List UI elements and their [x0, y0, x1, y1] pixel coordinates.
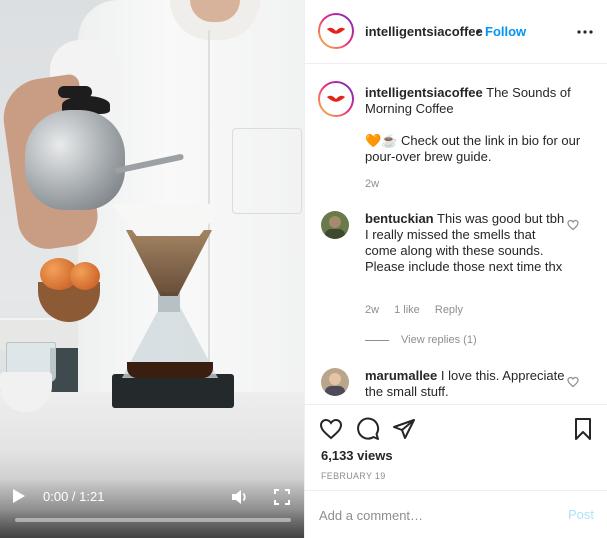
video-controls-overlay — [0, 478, 304, 538]
post-header: intelligentsiacoffee • Follow — [305, 0, 607, 64]
comment-username[interactable]: bentuckian — [365, 211, 434, 226]
avatar-image — [320, 15, 352, 47]
post-side-panel: intelligentsiacoffee • Follow intelligen… — [304, 0, 607, 538]
avatar[interactable] — [318, 13, 354, 49]
avatar-image — [320, 83, 352, 115]
coffee-scale — [112, 374, 234, 408]
comment-timestamp[interactable]: 2w — [365, 304, 379, 316]
comments-list[interactable]: intelligentsiacoffee The Sounds of Morni… — [305, 64, 607, 404]
avatar[interactable] — [318, 81, 354, 117]
comment-input[interactable] — [319, 505, 539, 525]
video-time: 0:00 / 1:21 — [43, 489, 105, 504]
add-comment-bar: Post — [305, 490, 607, 538]
view-count[interactable]: 6,133 views — [321, 448, 393, 463]
post-author-username[interactable]: intelligentsiacoffee — [365, 24, 483, 39]
more-options-icon[interactable] — [577, 24, 593, 40]
caption-timestamp[interactable]: 2w — [365, 178, 379, 190]
share-icon[interactable] — [392, 417, 416, 441]
view-replies-button[interactable]: View replies (1) — [365, 334, 477, 346]
comment-like-count[interactable]: 1 like — [394, 304, 420, 316]
instagram-post-modal: 0:00 / 1:21 intelligentsiacoffee • Follo… — [0, 0, 607, 538]
comment-username[interactable]: marumallee — [365, 368, 437, 383]
brewed-coffee — [127, 362, 213, 378]
like-comment-heart-icon[interactable] — [567, 219, 579, 231]
like-comment-heart-icon[interactable] — [567, 376, 579, 388]
shirt-pocket — [232, 128, 302, 214]
post-comment-button[interactable]: Post — [568, 507, 594, 522]
gooseneck-kettle — [25, 110, 125, 210]
divider — [365, 339, 389, 341]
reply-button[interactable]: Reply — [435, 304, 463, 316]
avatar[interactable] — [321, 211, 349, 239]
comment-text: bentuckian This was good but tbh I reall… — [365, 211, 565, 275]
comment-text: marumallee I love this. Appreciate the s… — [365, 368, 565, 400]
post-date[interactable]: FEBRUARY 19 — [321, 471, 386, 481]
brand-logo-icon — [326, 27, 346, 34]
caption-body-text: Check out the link in bio for our pour-o… — [365, 133, 581, 164]
video-player[interactable]: 0:00 / 1:21 — [0, 0, 304, 538]
orange-fruit — [70, 262, 100, 290]
video-progress-bar[interactable] — [15, 518, 291, 522]
follow-button[interactable]: Follow — [485, 24, 526, 39]
heart-icon[interactable] — [319, 417, 343, 441]
volume-icon[interactable] — [230, 487, 250, 507]
view-replies-label: View replies (1) — [401, 334, 477, 346]
caption-body: 🧡☕ Check out the link in bio for our pou… — [365, 133, 595, 165]
caption-emojis: 🧡☕ — [365, 133, 398, 148]
comment-meta: 2w 1 like Reply — [365, 304, 475, 316]
caption-username[interactable]: intelligentsiacoffee — [365, 85, 483, 100]
separator-dot: • — [476, 24, 481, 39]
brand-logo-icon — [326, 95, 346, 102]
caption-text: intelligentsiacoffee The Sounds of Morni… — [365, 85, 595, 117]
bookmark-icon[interactable] — [571, 417, 595, 441]
avatar[interactable] — [321, 368, 349, 396]
post-actions: 6,133 views FEBRUARY 19 — [305, 404, 607, 490]
comment-icon[interactable] — [356, 417, 380, 441]
play-icon[interactable] — [12, 488, 28, 506]
fullscreen-icon[interactable] — [274, 489, 290, 505]
